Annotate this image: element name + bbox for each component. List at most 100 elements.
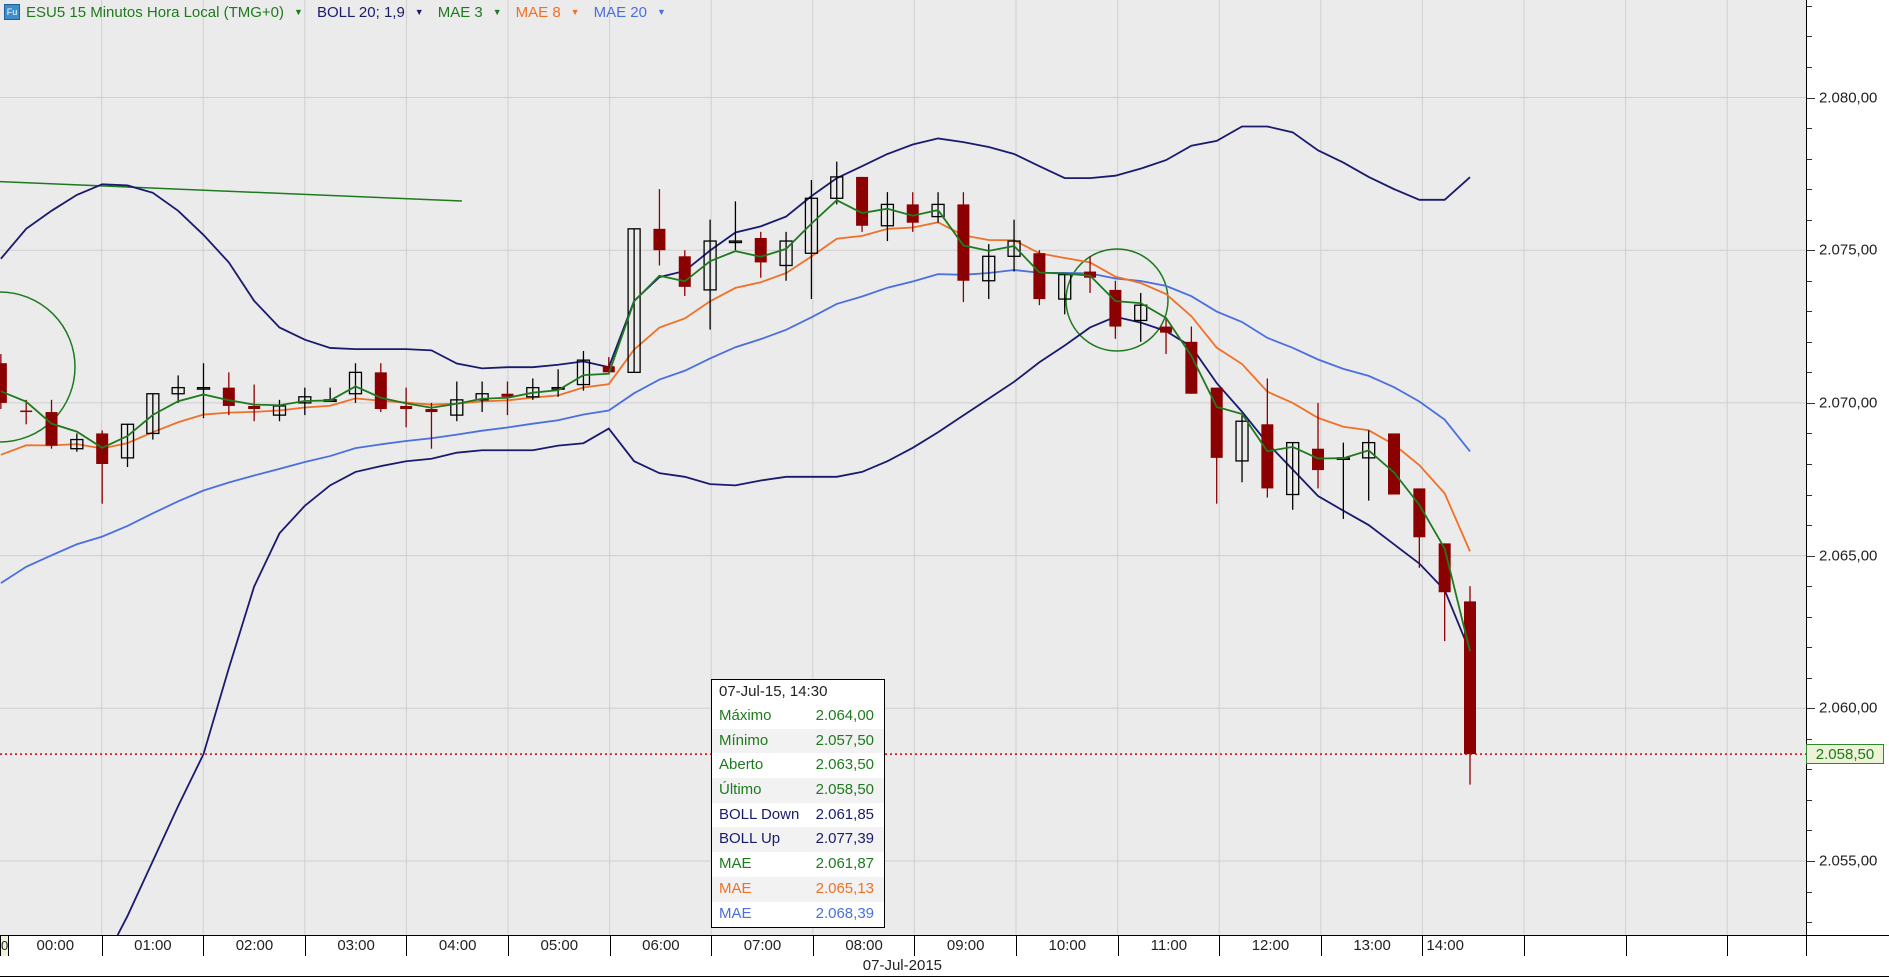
time-cell: 09:00 [914, 936, 1016, 956]
tooltip-row-label: Último [719, 781, 762, 799]
indicator-mae3[interactable]: MAE 3 [438, 4, 483, 21]
price-tick [1807, 891, 1812, 893]
price-tick [1807, 861, 1815, 862]
candle [20, 399, 33, 425]
candle [1058, 273, 1072, 315]
price-tick [1807, 738, 1812, 740]
candle [1362, 430, 1376, 501]
price-tick [1807, 341, 1812, 343]
symbol-logo-icon: Fu [4, 4, 20, 20]
candle [70, 433, 84, 452]
price-label: 2.060,00 [1819, 699, 1878, 717]
time-cell: 04:00 [406, 936, 508, 956]
price-tick [1807, 616, 1812, 618]
indicator-boll[interactable]: BOLL 20; 1,9 [317, 4, 405, 21]
price-tick [1807, 5, 1812, 7]
tooltip-row-value: 2.057,50 [815, 731, 874, 749]
tooltip-row-value: 2.058,50 [815, 781, 874, 799]
time-cell [1524, 936, 1626, 956]
candle [703, 219, 717, 330]
candle [982, 244, 996, 300]
symbol-title[interactable]: ESU5 15 Minutos Hora Local (TMG+0) [26, 4, 284, 21]
tooltip-row-value: 2.063,50 [815, 756, 874, 774]
time-cell: 05:00 [508, 936, 610, 956]
price-tick [1807, 830, 1812, 832]
price-tick [1807, 494, 1812, 496]
price-tick [1807, 433, 1812, 435]
candle [526, 378, 540, 400]
candle [450, 381, 464, 422]
candlestick-chart[interactable] [0, 0, 1806, 935]
axis-corner [1806, 936, 1889, 956]
chart-plot-area[interactable] [0, 0, 1806, 935]
indicator-mae8[interactable]: MAE 8 [516, 4, 561, 21]
time-cell: 03:00 [304, 936, 407, 956]
candle-body [678, 256, 691, 287]
trendline [0, 180, 462, 202]
data-tooltip: 07-Jul-15, 14:30 Máximo 2.064,00 Mínimo 2.0… [711, 679, 885, 928]
tooltip-row: MAE 2.061,87 [712, 852, 884, 877]
price-tick [1807, 402, 1815, 404]
price-tick [1807, 525, 1812, 527]
tooltip-row-label: Mínimo [719, 731, 769, 749]
tooltip-row-value: 2.061,87 [815, 855, 874, 873]
candle [96, 430, 109, 504]
tooltip-row: MAE 2.068,39 [712, 902, 884, 927]
candle-body [653, 228, 666, 251]
tooltip-row-label: MAE [719, 904, 752, 922]
price-tick [1807, 97, 1815, 99]
tooltip-row-label: Máximo [719, 707, 772, 724]
candle [425, 402, 438, 449]
candle [1388, 433, 1401, 495]
candle [551, 369, 565, 397]
tooltip-row: Máximo 2.064,00 [712, 704, 884, 729]
candle [1286, 441, 1300, 510]
price-axis[interactable]: 2.080,00 2.075,00 2.070,00 2.065,00 2.060,00… [1806, 0, 1889, 935]
candle-body [1261, 424, 1274, 489]
price-tick [1807, 280, 1812, 282]
price-tick [1807, 189, 1812, 191]
candle-body [374, 372, 387, 410]
time-cell: 06:00 [609, 936, 712, 956]
candle [120, 423, 135, 468]
tooltip-row: Aberto 2.063,50 [712, 753, 884, 778]
candle [196, 363, 211, 419]
price-tick [1807, 769, 1812, 771]
candle [1185, 326, 1198, 394]
chevron-down-icon[interactable]: ▼ [415, 7, 424, 17]
candle [475, 381, 489, 413]
candle-body [400, 405, 413, 410]
time-cell: 00:00 [8, 936, 102, 956]
tooltip-row: BOLL Up 2.077,39 [712, 827, 884, 853]
chevron-down-icon[interactable]: ▼ [493, 7, 502, 17]
price-tick [1807, 250, 1815, 252]
candle [1438, 543, 1451, 642]
candle-body [0, 363, 7, 403]
candle [576, 350, 591, 391]
tooltip-row-value: 2.068,39 [815, 904, 874, 922]
price-tick [1807, 36, 1812, 38]
tooltip-row-value: 2.064,00 [815, 707, 874, 724]
chevron-down-icon[interactable]: ▼ [294, 7, 303, 17]
price-tick [1807, 463, 1812, 465]
price-label: 2.070,00 [1819, 394, 1878, 412]
chevron-down-icon[interactable]: ▼ [571, 7, 580, 17]
chevron-down-icon[interactable]: ▼ [657, 7, 666, 17]
time-axis[interactable]: 0 00:00 01:00 02:00 03:00 04:00 05:00 06:00 07:0… [0, 935, 1889, 957]
tooltip-row-label: MAE [719, 855, 752, 873]
time-cell: 07:00 [711, 936, 813, 956]
indicator-mae20[interactable]: MAE 20 [594, 4, 647, 21]
candle [0, 354, 7, 410]
candle [171, 375, 185, 403]
candle-body [1160, 326, 1173, 333]
time-cell: 11:00 [1117, 936, 1220, 956]
time-cell [1727, 936, 1806, 956]
tooltip-row-value: 2.077,39 [815, 830, 874, 848]
last-price-label: 2.058,50 [1806, 744, 1884, 765]
candle-body [20, 410, 33, 413]
candle [830, 161, 844, 205]
tooltip-row: BOLL Down 2.061,85 [712, 803, 884, 828]
price-label: 2.080,00 [1819, 89, 1878, 106]
time-cell: 08:00 [812, 936, 915, 956]
date-row: 07-Jul-2015 [0, 956, 1889, 977]
